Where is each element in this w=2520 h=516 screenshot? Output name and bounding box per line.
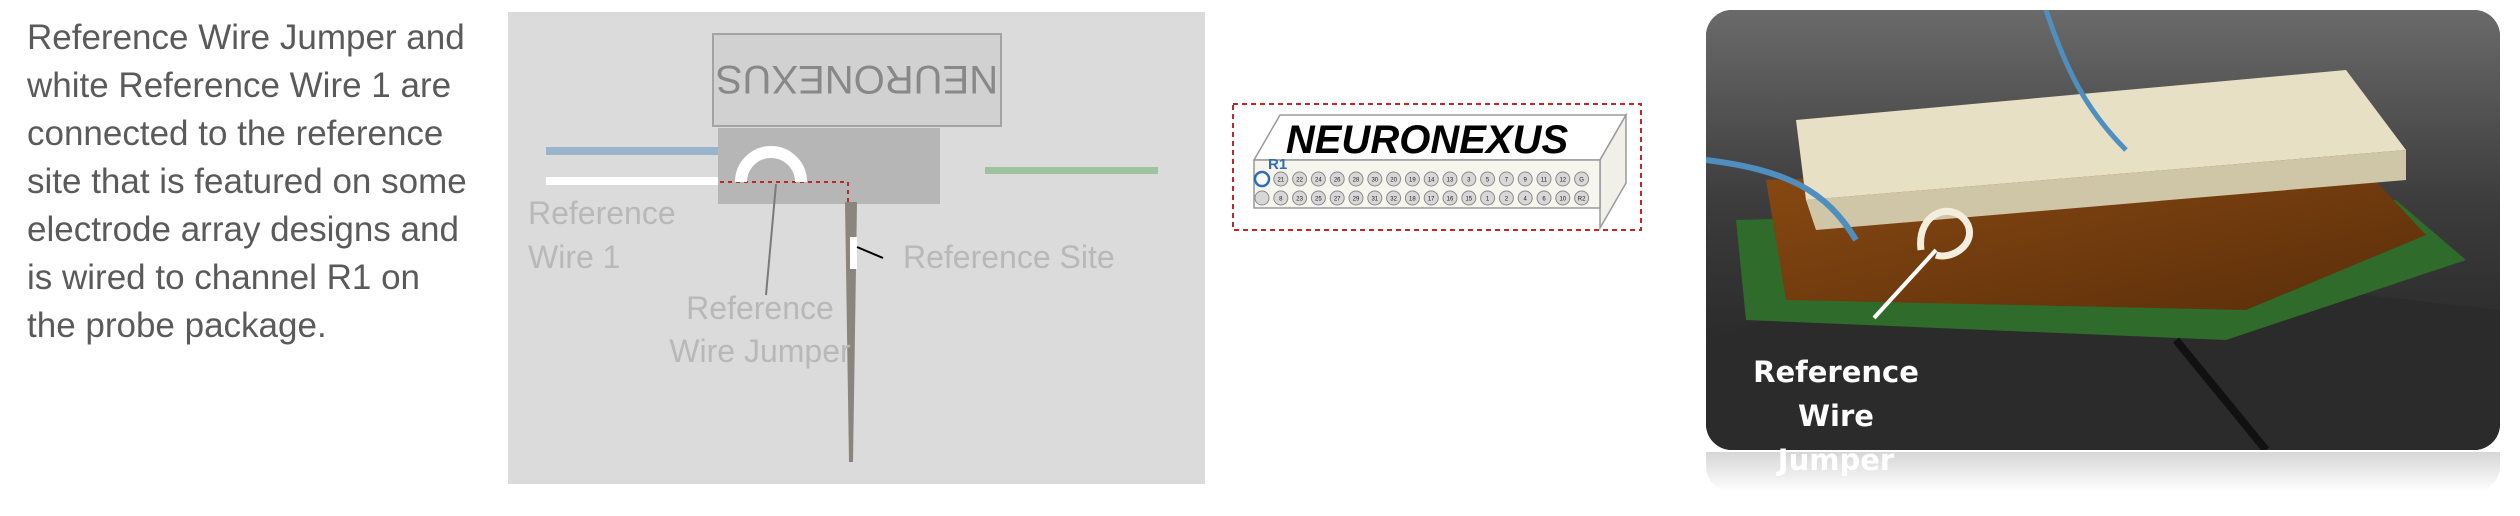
description-text: Reference Wire Jumper and white Referenc… (27, 18, 467, 345)
channel-r1-label: R1 (1268, 156, 1287, 173)
connector-brand-label: NEURONEXUS (716, 57, 998, 101)
connector-pin-label: 28 (1353, 178, 1360, 184)
connector-pin-label: 29 (1353, 197, 1360, 203)
connector-pin-label: 27 (1334, 197, 1341, 203)
connector-pin-label: 18 (1409, 197, 1416, 203)
connector-pin-label: 30 (1371, 178, 1378, 184)
connector-pin-label: 15 (1465, 197, 1472, 203)
connector-pin-label: 22 (1296, 178, 1303, 184)
probe-diagram: NEURONEXUS Reference Wire 1 Reference Wi… (528, 33, 1158, 462)
connector-pin-label: 19 (1409, 178, 1416, 184)
connector-pin-label: 25 (1315, 197, 1322, 203)
connector-pin-label: 31 (1371, 197, 1378, 203)
white-reference-wire-1 (546, 177, 726, 185)
connector-pin-label: 21 (1277, 178, 1284, 184)
connector-pin-label: 11 (1541, 178, 1548, 184)
connector-pin-label: 14 (1428, 178, 1435, 184)
connector-pin (1254, 190, 1270, 206)
connector-pin-label: R2 (1578, 197, 1586, 203)
connector-pin-label: 20 (1390, 178, 1397, 184)
reference-site-leader-line (856, 246, 884, 259)
label-reference-wire-1-line1: Reference (528, 195, 676, 231)
green-ground-wire (985, 167, 1158, 174)
connector-pin-label: G (1579, 178, 1584, 184)
label-reference-site: Reference Site (903, 239, 1115, 275)
connector-header: NEURONEXUS R1 21 22 24 26 28 30 20 19 14 13 3 5 7 9 11… (1232, 103, 1642, 231)
connector-pin-label: 24 (1315, 178, 1322, 184)
connector-header-panel: NEURONEXUS R1 21 22 24 26 28 30 20 19 14 13 3 5 7 9 11… (1232, 103, 1642, 231)
label-reference-wire-1-line2: Wire 1 (528, 239, 620, 275)
connector-pin-label: 13 (1447, 178, 1454, 184)
connector-pin-label: 32 (1390, 197, 1397, 203)
label-reference-wire-jumper-line1: Reference (686, 290, 834, 326)
connector-pin (1253, 170, 1271, 188)
probe-diagram-panel: NEURONEXUS Reference Wire 1 Reference Wi… (508, 12, 1205, 484)
blue-reference-wire (546, 147, 726, 155)
connector-pin-label: 10 (1559, 197, 1566, 203)
photo-caption: Reference Wire Jumper (1753, 355, 1919, 477)
connector-pin-label: 26 (1334, 178, 1341, 184)
header-brand-label: NEURONEXUS (1286, 118, 1569, 162)
reference-site-marker (850, 237, 857, 269)
label-reference-wire-jumper-line2: Wire Jumper (669, 333, 851, 369)
connector-pin-label: 17 (1428, 197, 1435, 203)
connector-pin-label: 12 (1559, 178, 1566, 184)
connector-pin-label: 23 (1296, 197, 1303, 203)
connector-pin-label: 16 (1447, 197, 1454, 203)
